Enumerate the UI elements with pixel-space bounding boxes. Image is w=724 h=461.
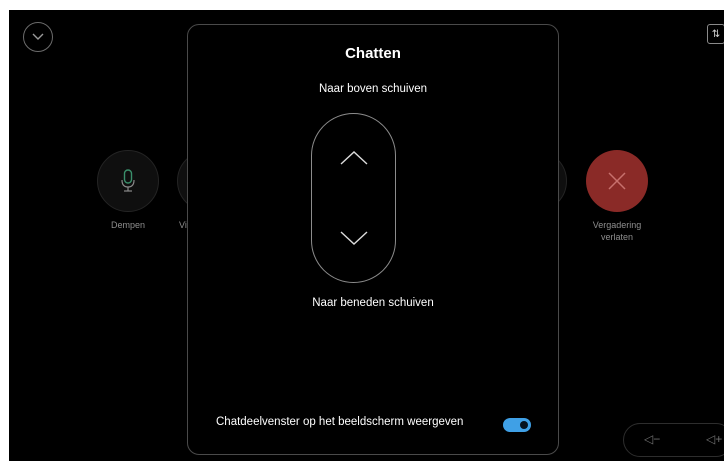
scroll-down-hint: Naar beneden schuiven [312,297,434,309]
chat-dialog: Chatten Naar boven schuiven Naar beneden… [187,24,559,455]
collapse-button[interactable] [23,22,53,52]
chat-panel-toggle[interactable] [503,418,531,432]
leave-meeting-button[interactable] [586,150,648,212]
meeting-screen: ⇅ Dempen Vi Vergadering verlaten ◁− ◁+ C… [9,10,724,461]
chevron-up-icon [340,151,367,165]
volume-down-icon[interactable]: ◁− [644,432,660,446]
dialog-title: Chatten [345,45,401,62]
scroll-up-button[interactable] [312,128,395,188]
toggle-label: Chatdeelvenster op het beeldscherm weerg… [216,416,464,428]
swap-icon[interactable]: ⇅ [707,24,724,44]
toggle-knob [520,421,528,429]
chevron-down-icon [340,231,367,245]
mute-button[interactable] [97,150,159,212]
close-icon [608,172,626,190]
video-label: Vi [179,220,187,230]
scroll-control [311,113,396,283]
volume-control: ◁− ◁+ [623,423,724,457]
chevron-down-icon [32,33,44,40]
leave-meeting-label: Vergadering verlaten [592,220,642,242]
scroll-up-hint: Naar boven schuiven [318,83,428,95]
volume-up-icon[interactable]: ◁+ [706,432,722,446]
mute-label: Dempen [110,220,146,230]
microphone-icon [121,169,135,192]
scroll-down-button[interactable] [312,208,395,268]
